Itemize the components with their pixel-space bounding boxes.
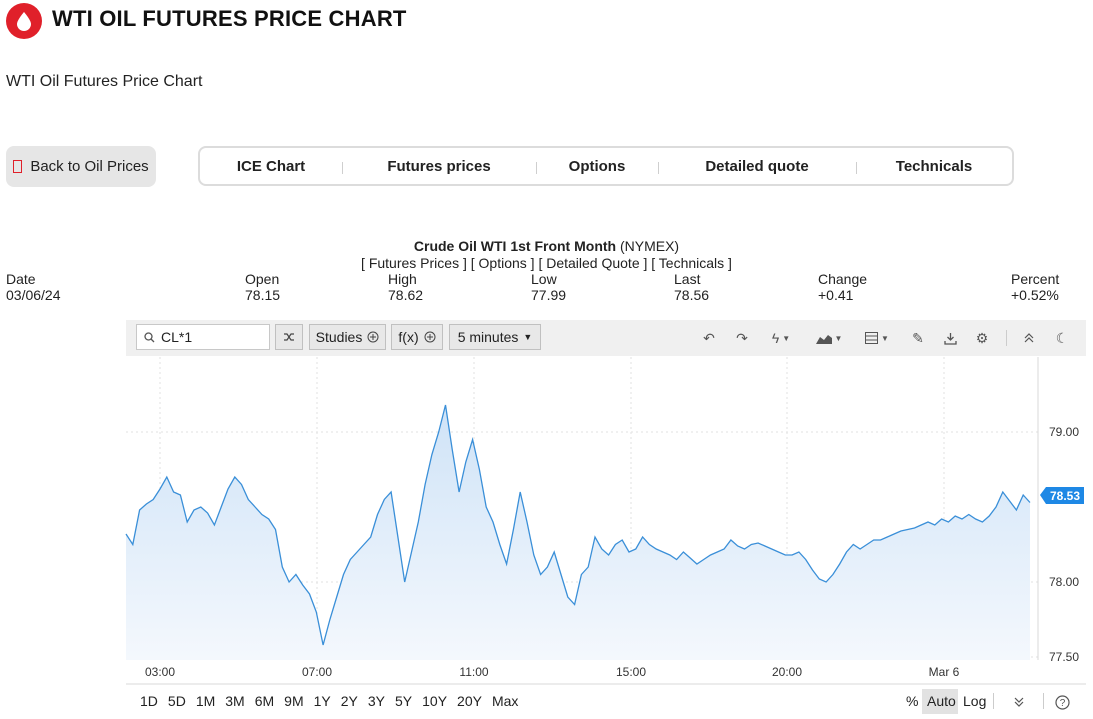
- x-tick-label: 20:00: [772, 665, 802, 679]
- last-price-label: 78.53: [1050, 489, 1080, 503]
- x-tick-label: Mar 6: [929, 665, 960, 679]
- range-9m[interactable]: 9M: [284, 693, 303, 709]
- y-tick-label: 77.50: [1049, 650, 1079, 664]
- y-tick-label: 78.00: [1049, 575, 1079, 589]
- range-3y[interactable]: 3Y: [368, 693, 385, 709]
- last-price-flag: 78.53: [1040, 487, 1084, 504]
- help-icon[interactable]: ?: [1052, 692, 1072, 712]
- range-3m[interactable]: 3M: [225, 693, 244, 709]
- auto-scale-option[interactable]: Auto: [927, 693, 956, 709]
- log-scale-option[interactable]: Log: [963, 693, 986, 709]
- footer-divider: [993, 693, 994, 709]
- range-10y[interactable]: 10Y: [422, 693, 447, 709]
- footer-divider: [1043, 693, 1044, 709]
- x-tick-label: 15:00: [616, 665, 646, 679]
- range-1y[interactable]: 1Y: [314, 693, 331, 709]
- x-tick-label: 11:00: [459, 665, 488, 679]
- x-tick-label: 03:00: [145, 665, 175, 679]
- percent-scale-option[interactable]: %: [906, 693, 918, 709]
- range-selector: 1D 5D 1M 3M 6M 9M 1Y 2Y 3Y 5Y 10Y 20Y Max: [140, 693, 528, 709]
- range-1d[interactable]: 1D: [140, 693, 158, 709]
- svg-text:?: ?: [1059, 698, 1065, 709]
- y-tick-label: 79.00: [1049, 425, 1079, 439]
- range-6m[interactable]: 6M: [255, 693, 274, 709]
- expand-down-icon[interactable]: [1009, 692, 1029, 712]
- range-20y[interactable]: 20Y: [457, 693, 482, 709]
- range-1m[interactable]: 1M: [196, 693, 215, 709]
- range-5d[interactable]: 5D: [168, 693, 186, 709]
- price-chart[interactable]: 03:00 07:00 11:00 15:00 20:00 Mar 6 79.00 78.0…: [0, 0, 1093, 719]
- x-tick-label: 07:00: [302, 665, 332, 679]
- range-5y[interactable]: 5Y: [395, 693, 412, 709]
- price-area: [126, 405, 1030, 660]
- range-2y[interactable]: 2Y: [341, 693, 358, 709]
- range-max[interactable]: Max: [492, 693, 518, 709]
